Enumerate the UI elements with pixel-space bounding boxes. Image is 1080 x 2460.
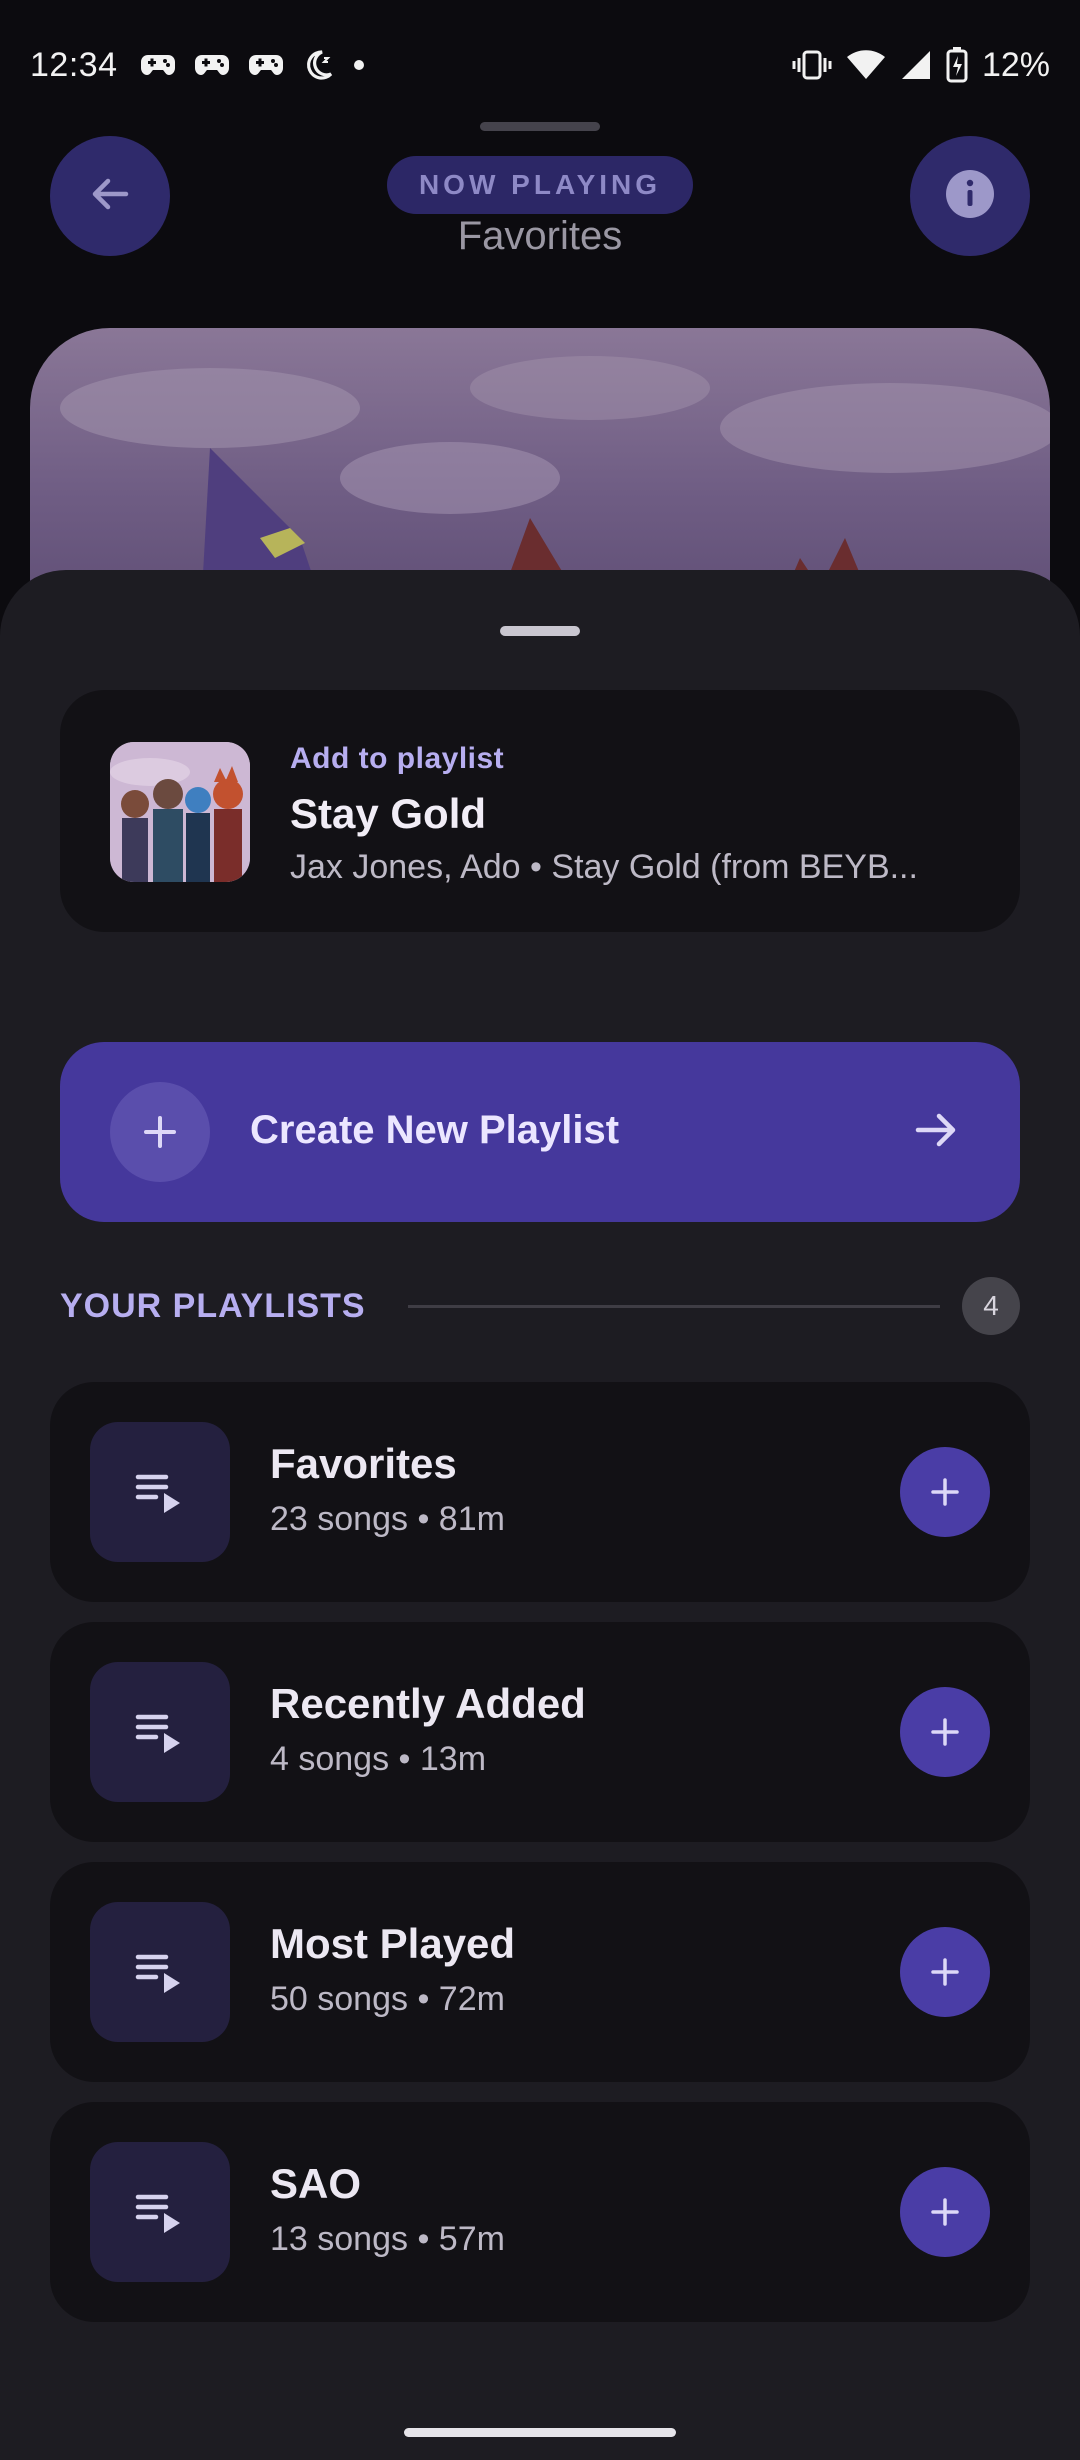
game-controller-icon	[248, 51, 284, 79]
add-to-playlist-button[interactable]	[900, 1927, 990, 2017]
plus-icon	[110, 1082, 210, 1182]
dot-icon	[352, 58, 366, 72]
signal-icon	[900, 49, 932, 81]
notification-icons	[140, 49, 366, 81]
playlist-count-badge: 4	[962, 1277, 1020, 1335]
playlist-item[interactable]: Favorites 23 songs • 81m	[50, 1382, 1030, 1602]
create-new-playlist-button[interactable]: Create New Playlist	[60, 1042, 1020, 1222]
playlist-meta: 23 songs • 81m	[270, 1500, 505, 1538]
playlist-meta: 50 songs • 72m	[270, 1980, 505, 2018]
game-controller-icon	[194, 51, 230, 79]
playlist-name: Favorites	[270, 1440, 457, 1487]
create-new-playlist-label: Create New Playlist	[250, 1108, 620, 1152]
add-to-playlist-button[interactable]	[900, 2167, 990, 2257]
playlist-meta: 13 songs • 57m	[270, 2220, 505, 2258]
system-icons: 12%	[792, 46, 1050, 85]
add-to-playlist-button[interactable]	[900, 1447, 990, 1537]
info-icon	[944, 168, 996, 225]
playlist-item[interactable]: Recently Added 4 songs • 13m	[50, 1622, 1030, 1842]
playlist-name: SAO	[270, 2160, 362, 2207]
status-time: 12:34	[30, 45, 118, 84]
playlist-meta: 4 songs • 13m	[270, 1740, 487, 1778]
queue-music-icon	[90, 1422, 230, 1562]
plus-icon	[931, 2198, 959, 2226]
plus-icon	[931, 1718, 959, 1746]
playlist-name: Recently Added	[270, 1680, 586, 1727]
plus-icon	[931, 1478, 959, 1506]
home-indicator[interactable]	[404, 2428, 676, 2437]
plus-icon	[931, 1958, 959, 1986]
playlist-item[interactable]: SAO 13 songs • 57m	[50, 2102, 1030, 2322]
sheet-drag-handle[interactable]	[500, 626, 580, 636]
do-not-disturb-moon-icon	[302, 49, 334, 81]
your-playlists-header: YOUR PLAYLISTS 4	[60, 1276, 1020, 1336]
battery-percent: 12%	[981, 45, 1050, 84]
playlist-name: Most Played	[270, 1920, 516, 1967]
queue-music-icon	[90, 2142, 230, 2282]
add-to-playlist-button[interactable]	[900, 1687, 990, 1777]
playlist-item[interactable]: Most Played 50 songs • 72m	[50, 1862, 1030, 2082]
info-button[interactable]	[910, 136, 1030, 256]
song-card: Add to playlist Stay Gold Jax Jones, Ado…	[60, 690, 1020, 932]
wifi-icon	[846, 49, 886, 81]
queue-music-icon	[90, 1662, 230, 1802]
player-drag-handle[interactable]	[480, 122, 600, 131]
add-to-playlist-sheet: Add to playlist Stay Gold Jax Jones, Ado…	[0, 570, 1080, 2460]
status-bar: 12:34 12%	[0, 0, 1080, 130]
song-card-kicker: Add to playlist	[290, 742, 505, 775]
queue-music-icon	[90, 1902, 230, 2042]
vibrate-icon	[792, 50, 832, 80]
section-title: YOUR PLAYLISTS	[60, 1286, 366, 1325]
arrow-forward-icon	[910, 1104, 962, 1161]
section-divider	[407, 1304, 940, 1308]
now-playing-chip: NOW PLAYING	[387, 156, 693, 214]
song-subtitle: Jax Jones, Ado • Stay Gold (from BEYB...	[290, 848, 918, 886]
song-thumbnail	[110, 742, 250, 882]
game-controller-icon	[140, 51, 176, 79]
song-title: Stay Gold	[290, 790, 487, 837]
battery-charging-icon	[946, 47, 968, 83]
